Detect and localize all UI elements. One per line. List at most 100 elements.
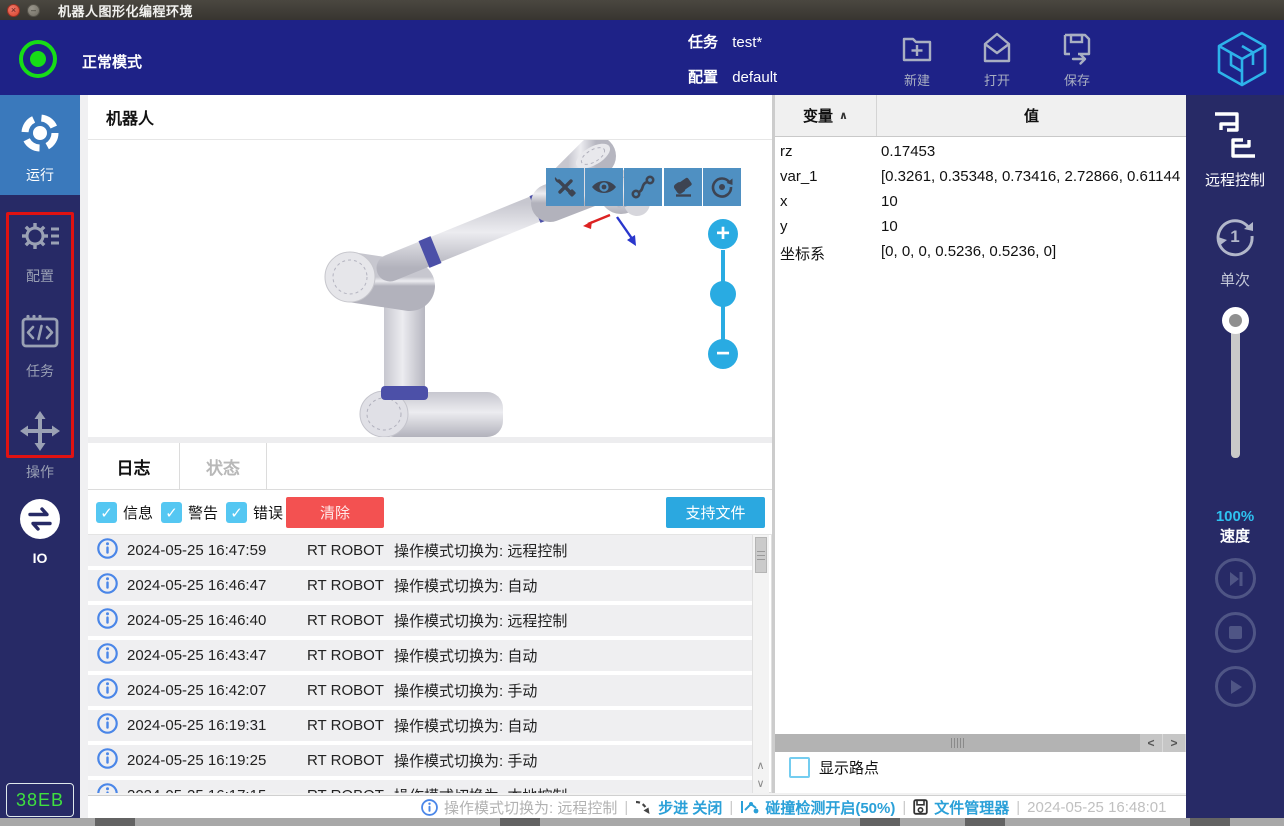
support-files-button[interactable]: 支持文件	[666, 497, 765, 528]
filter-info-label: 信息	[123, 502, 153, 523]
variable-row[interactable]: 坐标系 [0, 0, 0, 0.5236, 0.5236, 0]	[775, 240, 1186, 265]
variables-hscrollbar-thumb[interactable]	[775, 734, 1140, 752]
sidebar-item-operate[interactable]: 操作	[0, 410, 80, 482]
erase-button[interactable]	[664, 168, 702, 206]
sidebar-item-run[interactable]: 运行	[0, 111, 80, 185]
sidebar-item-config-label: 配置	[0, 266, 80, 286]
log-row[interactable]: 2024-05-25 16:19:31 RT ROBOT 操作模式切换为: 自动	[88, 710, 752, 741]
open-button[interactable]: 打开	[962, 30, 1032, 90]
log-source: RT ROBOT	[307, 612, 384, 629]
log-scrollbar[interactable]	[752, 535, 769, 793]
log-row[interactable]: 2024-05-25 16:46:47 RT ROBOT 操作模式切换为: 自动	[88, 570, 752, 601]
save-button[interactable]: 保存	[1042, 30, 1112, 90]
sidebar-item-io[interactable]: IO	[0, 498, 80, 566]
variable-name: x	[780, 193, 788, 210]
open-file-icon	[978, 30, 1016, 66]
robot-panel-header: 机器人	[88, 95, 772, 140]
log-source: RT ROBOT	[307, 682, 384, 699]
filter-info[interactable]: ✓ 信息	[96, 502, 153, 523]
new-file-icon	[898, 30, 936, 66]
log-row[interactable]: 2024-05-25 16:17:15 RT ROBOT 操作模式切换为: 本地…	[88, 780, 752, 793]
zoom-slider-handle[interactable]	[710, 281, 736, 307]
remote-control-label: 远程控制	[1186, 169, 1284, 190]
log-list[interactable]: 2024-05-25 16:47:59 RT ROBOT 操作模式切换为: 远程…	[88, 535, 752, 793]
minimize-icon[interactable]: –	[27, 4, 40, 17]
single-run-button[interactable]: 1 单次	[1186, 212, 1284, 290]
variable-row[interactable]: y 10	[775, 215, 1186, 240]
skip-icon	[1227, 570, 1245, 588]
log-time: 2024-05-25 16:42:07	[127, 682, 266, 699]
eraser-icon	[671, 175, 695, 199]
variables-column-value[interactable]: 值	[877, 105, 1186, 126]
step-forward-button[interactable]	[1215, 558, 1256, 599]
config-value: default	[732, 69, 777, 86]
stop-button[interactable]	[1215, 612, 1256, 653]
bottom-edge-block	[500, 818, 540, 826]
log-tabs-row: 日志 状态	[88, 437, 772, 490]
zoom-out-button[interactable]: −	[708, 339, 738, 369]
speed-readout: 100% 速度	[1186, 508, 1284, 546]
zoom-in-button[interactable]: +	[708, 219, 738, 249]
status-file-manager[interactable]: 文件管理器	[913, 797, 1009, 818]
log-time: 2024-05-25 16:47:59	[127, 542, 266, 559]
sidebar-item-task[interactable]: 任务	[0, 313, 80, 381]
status-bar: 操作模式切换为: 远程控制 | 步进 关闭 | 碰撞检测开启(50%) |	[88, 795, 1186, 818]
log-row[interactable]: 2024-05-25 16:46:40 RT ROBOT 操作模式切换为: 远程…	[88, 605, 752, 636]
path-icon	[631, 175, 655, 199]
checkbox-unchecked-icon	[789, 757, 810, 778]
log-message: 操作模式切换为: 远程控制	[394, 540, 567, 561]
status-step-toggle[interactable]: 步进 关闭	[635, 797, 722, 818]
hscroll-left-icon[interactable]: <	[1140, 734, 1162, 752]
speed-slider-handle[interactable]	[1222, 307, 1249, 334]
svg-text:1: 1	[1230, 227, 1239, 246]
variable-value: [0.3261, 0.35348, 0.73416, 2.72866, 0.61…	[881, 168, 1181, 185]
log-message: 操作模式切换为: 本地控制	[394, 785, 567, 793]
variables-column-name[interactable]: 变量∧	[775, 95, 877, 136]
filter-warning[interactable]: ✓ 警告	[161, 502, 218, 523]
show-waypoints-label: 显示路点	[819, 757, 879, 778]
tab-log[interactable]: 日志	[88, 443, 180, 489]
visibility-button[interactable]	[585, 168, 623, 206]
log-row[interactable]: 2024-05-25 16:42:07 RT ROBOT 操作模式切换为: 手动	[88, 675, 752, 706]
log-time: 2024-05-25 16:17:15	[127, 787, 266, 793]
variable-row[interactable]: var_1 [0.3261, 0.35348, 0.73416, 2.72866…	[775, 165, 1186, 190]
scroll-down-icon[interactable]: ∨	[752, 775, 769, 792]
sidebar-item-config[interactable]: 配置	[0, 216, 80, 286]
status-collision-toggle[interactable]: 碰撞检测开启(50%)	[740, 797, 895, 818]
log-scrollbar-thumb[interactable]	[755, 537, 767, 573]
reset-view-button[interactable]	[703, 168, 741, 206]
play-button[interactable]	[1215, 666, 1256, 707]
app-logo-icon	[1215, 30, 1269, 93]
new-button[interactable]: 新建	[882, 30, 952, 90]
save-button-label: 保存	[1064, 73, 1090, 88]
variable-row[interactable]: rz 0.17453	[775, 140, 1186, 165]
close-icon[interactable]: ×	[7, 4, 20, 17]
log-source: RT ROBOT	[307, 577, 384, 594]
log-row[interactable]: 2024-05-25 16:43:47 RT ROBOT 操作模式切换为: 自动	[88, 640, 752, 671]
remote-control-button[interactable]: 远程控制	[1186, 110, 1284, 190]
log-time: 2024-05-25 16:46:40	[127, 612, 266, 629]
sidebar-item-task-label: 任务	[0, 361, 80, 381]
tools-button[interactable]	[546, 168, 584, 206]
variable-row[interactable]: x 10	[775, 190, 1186, 215]
variables-rows: rz 0.17453 var_1 [0.3261, 0.35348, 0.734…	[775, 140, 1186, 265]
clear-button[interactable]: 清除	[286, 497, 384, 528]
filter-error[interactable]: ✓ 错误	[226, 502, 283, 523]
speed-slider-track[interactable]	[1231, 318, 1240, 458]
tab-status[interactable]: 状态	[180, 443, 267, 489]
save-icon	[1058, 30, 1096, 66]
log-row[interactable]: 2024-05-25 16:47:59 RT ROBOT 操作模式切换为: 远程…	[88, 535, 752, 566]
config-label: 配置	[688, 69, 718, 86]
log-row[interactable]: 2024-05-25 16:19:25 RT ROBOT 操作模式切换为: 手动	[88, 745, 752, 776]
task-value: test*	[732, 34, 762, 51]
bottom-edge	[0, 818, 1284, 826]
sidebar-item-operate-label: 操作	[0, 462, 80, 482]
log-message: 操作模式切换为: 手动	[394, 750, 537, 771]
hscroll-right-icon[interactable]: >	[1163, 734, 1185, 752]
speed-label: 速度	[1186, 525, 1284, 546]
status-badge[interactable]: 38EB	[6, 783, 74, 817]
path-button[interactable]	[624, 168, 662, 206]
checkbox-checked-icon: ✓	[161, 502, 182, 523]
show-waypoints-checkbox[interactable]: 显示路点	[789, 757, 879, 778]
scroll-up-icon[interactable]: ∧	[752, 757, 769, 774]
